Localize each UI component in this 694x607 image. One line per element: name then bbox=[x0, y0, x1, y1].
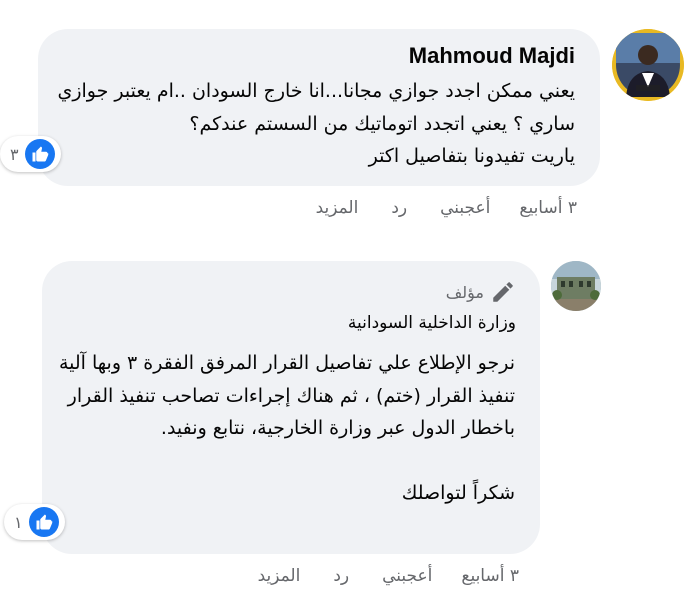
reaction-count: ١ bbox=[14, 512, 23, 532]
comment-text: نرجو الإطلاع علي تفاصيل القرار المرفق ال… bbox=[58, 352, 515, 504]
comment-bubble: مؤلف وزارة الداخلية السودانية نرجو الإطل… bbox=[42, 261, 540, 554]
person-photo-icon bbox=[612, 29, 684, 101]
reply-button[interactable]: رد bbox=[333, 566, 349, 586]
comment-actions: ٣ أسابيع أعجبني رد المزيد bbox=[316, 198, 577, 218]
like-button[interactable]: أعجبني bbox=[440, 198, 490, 218]
comment-bubble: Mahmoud Majdi يعني ممكن اجدد جوازي مجانا… bbox=[38, 29, 600, 186]
reaction-count: ٣ bbox=[10, 144, 19, 164]
comment-author-name[interactable]: Mahmoud Majdi bbox=[409, 43, 575, 69]
comment-text: يعني ممكن اجدد جوازي مجانا...انا خارج ال… bbox=[57, 80, 575, 167]
comment-timestamp[interactable]: ٣ أسابيع bbox=[519, 198, 577, 218]
pen-icon bbox=[493, 282, 513, 302]
author-avatar[interactable] bbox=[551, 261, 601, 311]
comment-author-name[interactable]: وزارة الداخلية السودانية bbox=[348, 313, 516, 333]
comment-actions: ٣ أسابيع أعجبني رد المزيد bbox=[258, 566, 519, 586]
like-reaction-icon bbox=[24, 139, 55, 169]
comment-timestamp[interactable]: ٣ أسابيع bbox=[461, 566, 519, 586]
more-button[interactable]: المزيد bbox=[258, 566, 301, 586]
reply-button[interactable]: رد bbox=[391, 198, 407, 218]
building-photo-icon bbox=[551, 261, 601, 311]
author-badge-label: مؤلف bbox=[445, 282, 484, 302]
reaction-summary[interactable]: ٣ bbox=[0, 136, 61, 172]
like-reaction-icon bbox=[28, 507, 59, 537]
reaction-summary[interactable]: ١ bbox=[4, 504, 65, 540]
like-button[interactable]: أعجبني bbox=[382, 566, 432, 586]
more-button[interactable]: المزيد bbox=[316, 198, 359, 218]
commenter-avatar[interactable] bbox=[612, 29, 684, 101]
author-badge: مؤلف bbox=[446, 279, 516, 305]
